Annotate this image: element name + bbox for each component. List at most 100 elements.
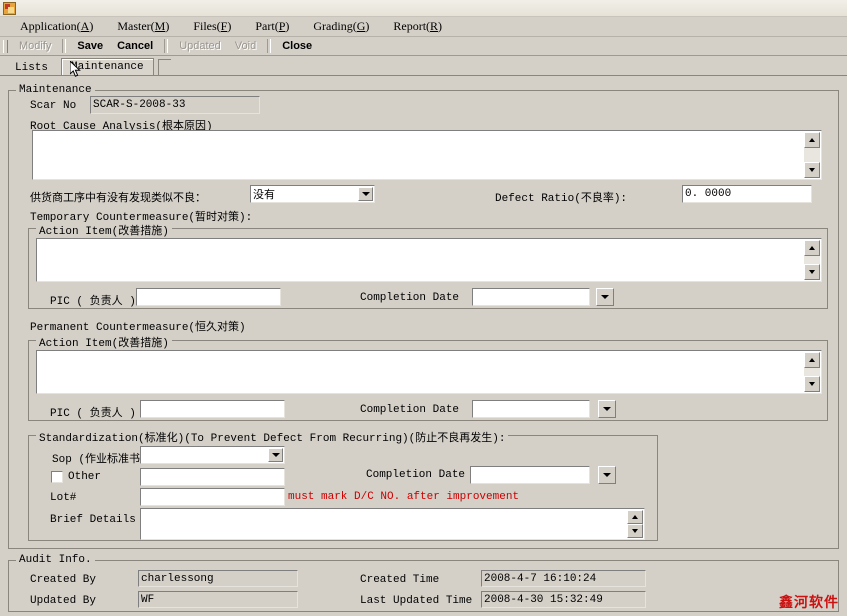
permanent-action-item-textarea[interactable] [36,350,822,394]
toolbar-separator [164,39,169,53]
other-field[interactable] [140,468,285,486]
improvement-warning-text: must mark D/C NO. after improvement [288,491,520,503]
toolbar: Modify Save Cancel Updated Void Close [0,37,847,56]
scroll-up-icon[interactable] [627,510,643,524]
menu-part-text: Part( [255,19,279,33]
save-button[interactable]: Save [70,39,110,53]
permanent-action-item-title: Action Item(改善措施) [36,334,172,350]
menu-application-tail: ) [89,19,94,33]
menu-master-text: Master( [117,19,155,33]
tab-lists[interactable]: Lists [6,60,58,76]
modify-button[interactable]: Modify [12,39,58,53]
other-checkbox[interactable] [51,471,63,483]
supplier-answer-value: 没有 [253,190,275,202]
brief-details-textarea[interactable] [140,508,645,540]
defect-ratio-field[interactable]: 0. 0000 [682,185,812,203]
scar-no-field: SCAR-S-2008-33 [90,96,260,114]
created-by-field: charlessong [138,570,298,587]
root-cause-analysis-value [33,131,821,135]
standardization-completion-date-dropdown[interactable] [598,466,616,484]
chevron-down-icon [601,295,609,299]
brief-details-label: Brief Details [50,514,136,526]
temporary-pic-label: PIC ( 负责人 ) [50,296,136,308]
menu-grading-tail: ) [365,19,370,33]
sop-combo[interactable] [140,446,285,464]
maintenance-group-title: Maintenance [16,84,95,96]
audit-info-group-title: Audit Info. [16,554,95,566]
temporary-completion-date-field[interactable] [472,288,590,306]
toolbar-separator [267,39,272,53]
menu-report-text: Report( [393,19,431,33]
chevron-down-icon [603,407,611,411]
supplier-question-label: 供货商工序中有没有发现类似不良： [30,193,206,205]
toolbar-grip[interactable] [3,39,8,53]
permanent-completion-date-dropdown[interactable] [598,400,616,418]
menu-report-tail: ) [438,19,443,33]
brief-details-scrollbar[interactable] [627,510,643,538]
menu-application[interactable]: Application(A) [8,17,105,36]
defect-ratio-label: Defect Ratio(不良率): [495,193,628,205]
menu-grading[interactable]: Grading(G) [301,17,381,36]
void-button[interactable]: Void [228,39,263,53]
sop-label: Sop (作业标准书 [52,454,141,466]
chevron-down-icon[interactable] [268,448,283,462]
menubar: Application(A) Master(M) Files(F) Part(P… [0,17,847,37]
menu-part[interactable]: Part(P) [243,17,301,36]
created-time-label: Created Time [360,574,440,586]
temporary-pic-field[interactable] [136,288,281,306]
temporary-action-item-textarea[interactable] [36,238,822,282]
temporary-action-scrollbar[interactable] [804,240,820,280]
menu-files-text: Files( [193,19,221,33]
scar-no-label: Scar No [30,100,77,112]
chevron-down-icon[interactable] [358,187,373,201]
scroll-down-icon[interactable] [804,264,820,280]
permanent-pic-field[interactable] [140,400,285,418]
close-button[interactable]: Close [275,39,319,53]
permanent-action-scrollbar[interactable] [804,352,820,392]
created-time-field: 2008-4-7 16:10:24 [481,570,646,587]
updated-by-field: WF [138,591,298,608]
updated-button[interactable]: Updated [172,39,228,53]
window-titlebar [0,0,847,17]
permanent-completion-date-label: Completion Date [360,404,460,416]
created-by-label: Created By [30,574,97,586]
permanent-pic-label: PIC ( 负责人 ) [50,408,136,420]
cancel-button[interactable]: Cancel [110,39,160,53]
standardization-completion-date-field[interactable] [470,466,590,484]
menu-master-key: M [154,19,166,33]
temporary-completion-date-label: Completion Date [360,292,460,304]
scroll-down-icon[interactable] [804,376,820,392]
menu-master[interactable]: Master(M) [105,17,181,36]
menu-report-key: R [430,19,439,33]
root-cause-scrollbar[interactable] [804,132,820,178]
root-cause-analysis-textarea[interactable] [32,130,822,180]
brief-details-value [141,509,644,513]
temporary-action-item-value [37,239,821,243]
toolbar-separator [62,39,67,53]
permanent-completion-date-field[interactable] [472,400,590,418]
supplier-answer-combo[interactable]: 没有 [250,185,375,203]
scroll-down-icon[interactable] [804,162,820,178]
standardization-group-title: Standardization(标准化)(To Prevent Defect F… [36,429,509,445]
scroll-up-icon[interactable] [804,352,820,368]
menu-part-tail: ) [285,19,290,33]
scroll-down-icon[interactable] [627,524,643,538]
scroll-up-icon[interactable] [804,240,820,256]
menu-application-text: Application( [20,19,81,33]
watermark: 鑫河软件 [779,595,839,611]
temporary-completion-date-dropdown[interactable] [596,288,614,306]
menu-files[interactable]: Files(F) [181,17,243,36]
updated-by-label: Updated By [30,595,97,607]
lot-field[interactable] [140,488,285,506]
scroll-up-icon[interactable] [804,132,820,148]
permanent-action-item-value [37,351,821,355]
last-updated-time-field: 2008-4-30 15:32:49 [481,591,646,608]
last-updated-time-label: Last Updated Time [360,595,473,607]
app-icon [3,1,16,15]
tabstrip: Lists Maintenance [0,56,847,76]
lot-label: Lot# [50,492,77,504]
menu-report[interactable]: Report(R) [381,17,454,36]
tab-maintenance[interactable]: Maintenance [61,58,154,76]
tabstrip-filler [157,59,171,76]
menu-grading-text: Grading( [313,19,357,33]
